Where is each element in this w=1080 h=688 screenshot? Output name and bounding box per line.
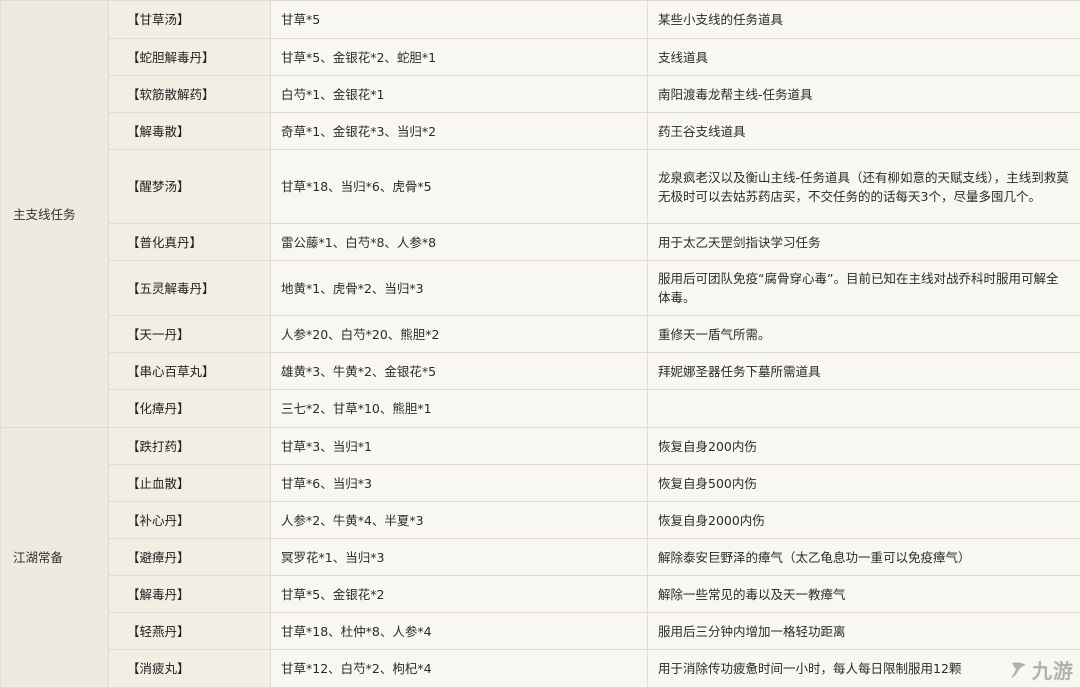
table-row: 【普化真丹】 雷公藤*1、白芍*8、人参*8 用于太乙天罡剑指诀学习任务 — [1, 223, 1080, 261]
recipe-ingredients: 甘草*18、当归*6、虎骨*5 — [270, 149, 648, 224]
table-row: 【补心丹】 人参*2、牛黄*4、半夏*3 恢复自身2000内伤 — [1, 501, 1080, 539]
recipe-name: 【解毒散】 — [108, 112, 271, 150]
recipe-name: 【甘草汤】 — [108, 0, 271, 39]
recipe-table: 主支线任务 【甘草汤】 甘草*5 某些小支线的任务道具 【蛇胆解毒丹】 甘草*5… — [0, 0, 1080, 688]
recipe-ingredients: 奇草*1、金银花*3、当归*2 — [270, 112, 648, 150]
recipe-name: 【化瘴丹】 — [108, 389, 271, 428]
recipe-use: 服用后三分钟内增加一格轻功距离 — [647, 612, 1080, 650]
table-row: 【止血散】 甘草*6、当归*3 恢复自身500内伤 — [1, 464, 1080, 502]
recipe-name: 【串心百草丸】 — [108, 352, 271, 390]
recipe-ingredients: 甘草*6、当归*3 — [270, 464, 648, 502]
category-cell: 主支线任务 — [0, 0, 109, 428]
table-row: 【蛇胆解毒丹】 甘草*5、金银花*2、蛇胆*1 支线道具 — [1, 38, 1080, 76]
recipe-name: 【补心丹】 — [108, 501, 271, 539]
category-cell: 江湖常备 — [0, 427, 109, 688]
recipe-use: 恢复自身200内伤 — [647, 427, 1080, 465]
recipe-ingredients: 甘草*5、金银花*2 — [270, 575, 648, 613]
jiuyou-logo-icon — [1008, 659, 1028, 681]
recipe-name: 【天一丹】 — [108, 315, 271, 353]
recipe-name: 【解毒丹】 — [108, 575, 271, 613]
watermark: 九游 — [1008, 655, 1074, 684]
table-row: 【解毒丹】 甘草*5、金银花*2 解除一些常见的毒以及天一教瘴气 — [1, 575, 1080, 613]
recipe-ingredients: 三七*2、甘草*10、熊胆*1 — [270, 389, 648, 428]
recipe-name: 【避瘴丹】 — [108, 538, 271, 576]
recipe-use: 解除一些常见的毒以及天一教瘴气 — [647, 575, 1080, 613]
recipe-use: 拜妮娜圣器任务下墓所需道具 — [647, 352, 1080, 390]
recipe-name: 【醒梦汤】 — [108, 149, 271, 224]
table-row: 【解毒散】 奇草*1、金银花*3、当归*2 药王谷支线道具 — [1, 112, 1080, 150]
recipe-use: 恢复自身2000内伤 — [647, 501, 1080, 539]
recipe-name: 【五灵解毒丹】 — [108, 260, 271, 316]
recipe-ingredients: 地黄*1、虎骨*2、当归*3 — [270, 260, 648, 316]
recipe-use: 龙泉疯老汉以及衡山主线-任务道具（还有柳如意的天赋支线），主线到救莫无极时可以去… — [647, 149, 1080, 224]
recipe-name: 【跌打药】 — [108, 427, 271, 465]
recipe-ingredients: 人参*2、牛黄*4、半夏*3 — [270, 501, 648, 539]
recipe-ingredients: 甘草*18、杜仲*8、人参*4 — [270, 612, 648, 650]
table-row: 【化瘴丹】 三七*2、甘草*10、熊胆*1 — [1, 389, 1080, 428]
recipe-use: 恢复自身500内伤 — [647, 464, 1080, 502]
table-row: 【消疲丸】 甘草*12、白芍*2、枸杞*4 用于消除传功疲惫时间一小时，每人每日… — [1, 649, 1080, 688]
recipe-ingredients: 雄黄*3、牛黄*2、金银花*5 — [270, 352, 648, 390]
recipe-use: 药王谷支线道具 — [647, 112, 1080, 150]
recipe-ingredients: 甘草*12、白芍*2、枸杞*4 — [270, 649, 648, 688]
table-row: 【醒梦汤】 甘草*18、当归*6、虎骨*5 龙泉疯老汉以及衡山主线-任务道具（还… — [1, 149, 1080, 224]
recipe-ingredients: 白芍*1、金银花*1 — [270, 75, 648, 113]
table-row: 【天一丹】 人参*20、白芍*20、熊胆*2 重修天一盾气所需。 — [1, 315, 1080, 353]
recipe-use: 支线道具 — [647, 38, 1080, 76]
table-row: 【避瘴丹】 冥罗花*1、当归*3 解除泰安巨野泽的瘴气（太乙龟息功一重可以免疫瘴… — [1, 538, 1080, 576]
recipe-use: 解除泰安巨野泽的瘴气（太乙龟息功一重可以免疫瘴气） — [647, 538, 1080, 576]
recipe-ingredients: 甘草*5、金银花*2、蛇胆*1 — [270, 38, 648, 76]
recipe-name: 【止血散】 — [108, 464, 271, 502]
recipe-name: 【轻燕丹】 — [108, 612, 271, 650]
recipe-use: 用于太乙天罡剑指诀学习任务 — [647, 223, 1080, 261]
recipe-use — [647, 389, 1080, 428]
recipe-ingredients: 甘草*5 — [270, 0, 648, 39]
recipe-use: 重修天一盾气所需。 — [647, 315, 1080, 353]
table-row: 江湖常备 【跌打药】 甘草*3、当归*1 恢复自身200内伤 — [0, 427, 1080, 688]
recipe-ingredients: 雷公藤*1、白芍*8、人参*8 — [270, 223, 648, 261]
recipe-name: 【普化真丹】 — [108, 223, 271, 261]
recipe-ingredients: 冥罗花*1、当归*3 — [270, 538, 648, 576]
table-row: 【串心百草丸】 雄黄*3、牛黄*2、金银花*5 拜妮娜圣器任务下墓所需道具 — [1, 352, 1080, 390]
watermark-text: 九游 — [1032, 659, 1074, 683]
recipe-use: 南阳渡毒龙帮主线-任务道具 — [647, 75, 1080, 113]
recipe-ingredients: 甘草*3、当归*1 — [270, 427, 648, 465]
table-row: 【软筋散解药】 白芍*1、金银花*1 南阳渡毒龙帮主线-任务道具 — [1, 75, 1080, 113]
recipe-name: 【软筋散解药】 — [108, 75, 271, 113]
table-row: 【轻燕丹】 甘草*18、杜仲*8、人参*4 服用后三分钟内增加一格轻功距离 — [1, 612, 1080, 650]
recipe-ingredients: 人参*20、白芍*20、熊胆*2 — [270, 315, 648, 353]
recipe-name: 【蛇胆解毒丹】 — [108, 38, 271, 76]
recipe-use: 某些小支线的任务道具 — [647, 0, 1080, 39]
table-row: 主支线任务 【甘草汤】 甘草*5 某些小支线的任务道具 — [0, 0, 1080, 428]
recipe-name: 【消疲丸】 — [108, 649, 271, 688]
table-row: 【五灵解毒丹】 地黄*1、虎骨*2、当归*3 服用后可团队免疫“腐骨穿心毒”。目… — [1, 260, 1080, 316]
recipe-use: 服用后可团队免疫“腐骨穿心毒”。目前已知在主线对战乔科时服用可解全体毒。 — [647, 260, 1080, 316]
